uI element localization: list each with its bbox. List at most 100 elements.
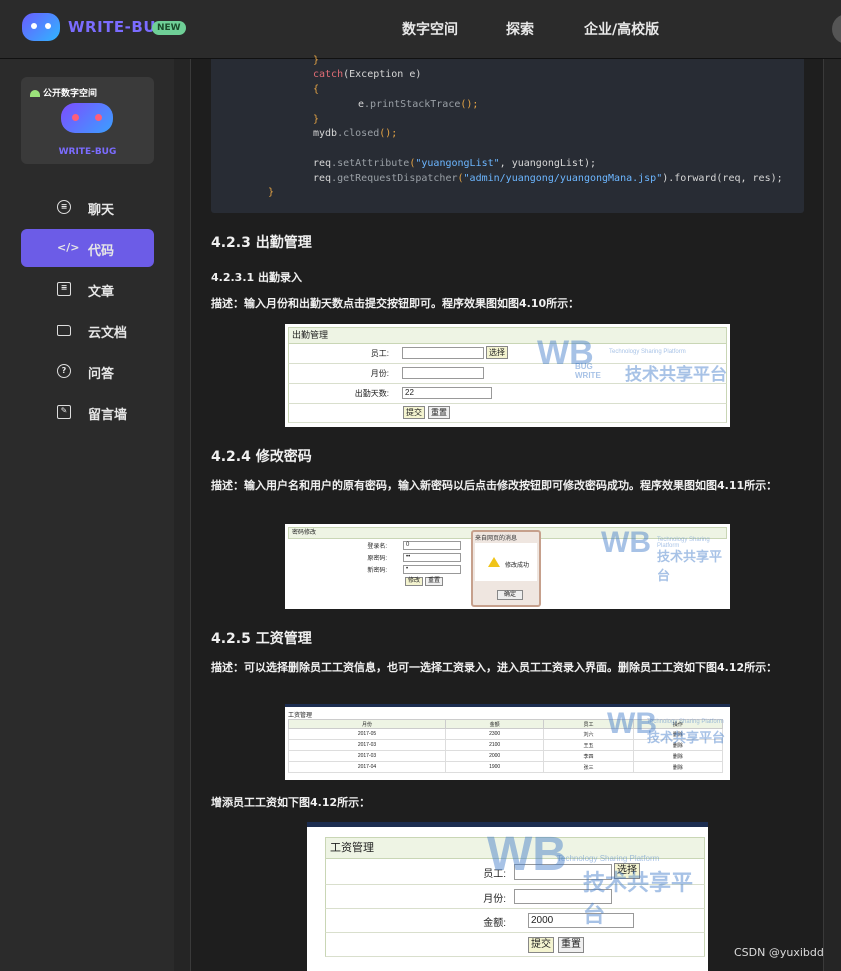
form-row: 出勤天数: 22 (288, 384, 727, 404)
heading-attendance: 4.2.3 出勤管理 (211, 235, 312, 251)
reset-button[interactable]: 重置 (425, 577, 444, 586)
heading-attendance-entry: 4.2.3.1 出勤录入 (211, 271, 302, 284)
sidebar-item-article[interactable]: ≡ 文章 (21, 270, 154, 308)
alert-dialog: 来自网页的消息 修改成功 确定 (471, 530, 541, 607)
code-line: catch(Exception e) (313, 69, 422, 80)
avatar[interactable] (832, 14, 841, 44)
field-label: 月份: (370, 369, 389, 378)
watermark-text: 技术共享平台 (583, 870, 694, 927)
salary-add-screenshot: 工资管理 员工: 选择 月份: 金额: 2000 提交 重置 WB Techno… (307, 822, 708, 971)
watermark-tagline: Technology Sharing Platform (609, 349, 686, 355)
username-input[interactable]: 0 (403, 541, 461, 550)
sidebar-item-code[interactable]: </> 代码 (21, 229, 154, 267)
dialog-ok-button[interactable]: 确定 (497, 590, 523, 600)
reset-button[interactable]: 重置 (558, 937, 584, 953)
days-input[interactable]: 22 (402, 387, 492, 399)
code-line: req.setAttribute("yuangongList", yuangon… (313, 158, 596, 169)
delete-link[interactable]: 删除 (632, 750, 724, 762)
heading-salary: 4.2.5 工资管理 (211, 631, 312, 647)
paragraph-salary-add: 增添员工工资如下图4.12所示： (211, 796, 371, 809)
code-line: } (313, 114, 320, 125)
form-row: 提交 重置 (288, 404, 727, 423)
sidebar: 公开数字空间 WRITE-BUG ≡ 聊天 </> 代码 ≡ 文章 云文档 ? … (0, 59, 174, 971)
sidebar-item-chat[interactable]: ≡ 聊天 (21, 188, 154, 226)
sidebar-item-label: 留言墙 (88, 408, 128, 423)
robot-icon (61, 103, 113, 133)
modify-button[interactable]: 修改 (405, 577, 424, 586)
watermark-tagline: Technology Sharing Platform (557, 854, 660, 863)
sidebar-item-label: 云文档 (88, 326, 128, 341)
table-title: 工资管理 (288, 713, 313, 719)
field-label: 新密码: (367, 568, 387, 574)
field-label: 月份: (483, 894, 506, 905)
watermark-text: 技术共享平台 (657, 549, 723, 583)
field-label: 登录名: (367, 544, 387, 550)
sidebar-item-cloud-docs[interactable]: 云文档 (21, 311, 154, 349)
paragraph-salary: 描述：可以选择删除员工工资信息，也可一选择工资录入，进入员工工资录入界面。删除员… (211, 661, 778, 674)
field-label: 员工: (370, 349, 389, 358)
code-line: req.getRequestDispatcher("admin/yuangong… (313, 173, 783, 184)
watermark-text: 技术共享平台 (647, 730, 726, 745)
code-line: e.printStackTrace(); (358, 99, 479, 110)
sidebar-item-label: 问答 (88, 367, 115, 382)
select-button[interactable]: 选择 (486, 346, 508, 359)
employee-input[interactable] (402, 347, 484, 359)
nav-enterprise[interactable]: 企业/高校版 (584, 19, 659, 39)
new-password-input[interactable]: • (403, 565, 461, 574)
watermark-tagline: Technology Sharing Platform (647, 719, 724, 725)
column-header: 金额 (444, 719, 545, 729)
left-gutter (174, 59, 191, 971)
code-line: } (268, 187, 275, 198)
watermark-logo: WB (487, 828, 567, 881)
watermark-logo: WB (601, 526, 651, 559)
delete-link[interactable]: 删除 (632, 761, 724, 773)
space-card-label: 公开数字空间 (30, 86, 97, 99)
watermark-logo-write: WRITE (575, 371, 601, 380)
password-screenshot: 密码修改 登录名: 0 原密码: •• 新密码: • 修改 重置 来自网页的消息… (285, 524, 730, 609)
sidebar-item-label: 代码 (88, 244, 115, 259)
attendance-screenshot: 出勤管理 员工: 选择 月份: 出勤天数: 22 提交 重置 WB Techno… (285, 324, 730, 427)
sidebar-item-label: 聊天 (88, 203, 115, 218)
column-header: 月份 (288, 719, 446, 729)
submit-button[interactable]: 提交 (528, 937, 554, 953)
old-password-input[interactable]: •• (403, 553, 461, 562)
dialog-body: 修改成功 (475, 543, 537, 581)
edit-icon: ✎ (57, 405, 71, 419)
field-label: 原密码: (367, 556, 387, 562)
folder-icon (57, 325, 71, 336)
submit-button[interactable]: 提交 (403, 406, 425, 419)
salary-list-screenshot: 工资管理 月份 金额 员工 操作 2017-05 2300 刘六 删除 2017… (285, 704, 730, 780)
nav-digital-space[interactable]: 数字空间 (402, 19, 458, 39)
table-row: 2017-03 2000 李四 删除 (288, 750, 724, 762)
watermark-text: 技术共享平台 (625, 365, 727, 384)
sidebar-item-label: 文章 (88, 285, 115, 300)
sidebar-item-qa[interactable]: ? 问答 (21, 352, 154, 390)
new-badge: NEW (152, 21, 186, 35)
write-bug-logo-icon[interactable] (22, 13, 60, 41)
space-card-name: WRITE-BUG (58, 147, 117, 157)
dialog-title: 来自网页的消息 (475, 536, 518, 542)
scrollbar[interactable] (823, 59, 841, 971)
article-icon: ≡ (57, 282, 71, 296)
top-bar: WRITE-BUG NEW 数字空间 探索 企业/高校版 (0, 0, 841, 58)
paragraph-attendance: 描述：输入月份和出勤天数点击提交按钮即可。程序效果图如图4.10所示： (211, 297, 580, 310)
chat-icon: ≡ (57, 200, 71, 214)
dialog-message: 修改成功 (505, 563, 530, 569)
nav-explore[interactable]: 探索 (506, 19, 534, 39)
android-icon (30, 90, 40, 97)
code-icon: </> (57, 241, 80, 254)
article-content: } catch(Exception e) { e.printStackTrace… (191, 55, 823, 971)
question-icon: ? (57, 364, 71, 378)
heading-password: 4.2.4 修改密码 (211, 449, 312, 465)
field-label: 出勤天数: (354, 389, 389, 398)
form-row: 提交 重置 (325, 933, 705, 957)
month-input[interactable] (402, 367, 484, 379)
field-label: 金额: (483, 918, 506, 929)
space-card[interactable]: 公开数字空间 WRITE-BUG (21, 77, 154, 164)
code-line: } (313, 55, 320, 66)
paragraph-password: 描述：输入用户名和用户的原有密码，输入新密码以后点击修改按钮即可修改密码成功。程… (211, 479, 778, 492)
warning-icon (488, 557, 500, 567)
sidebar-item-message-wall[interactable]: ✎ 留言墙 (21, 393, 154, 431)
reset-button[interactable]: 重置 (428, 406, 450, 419)
csdn-credit: CSDN @yuxibdd (734, 946, 824, 959)
